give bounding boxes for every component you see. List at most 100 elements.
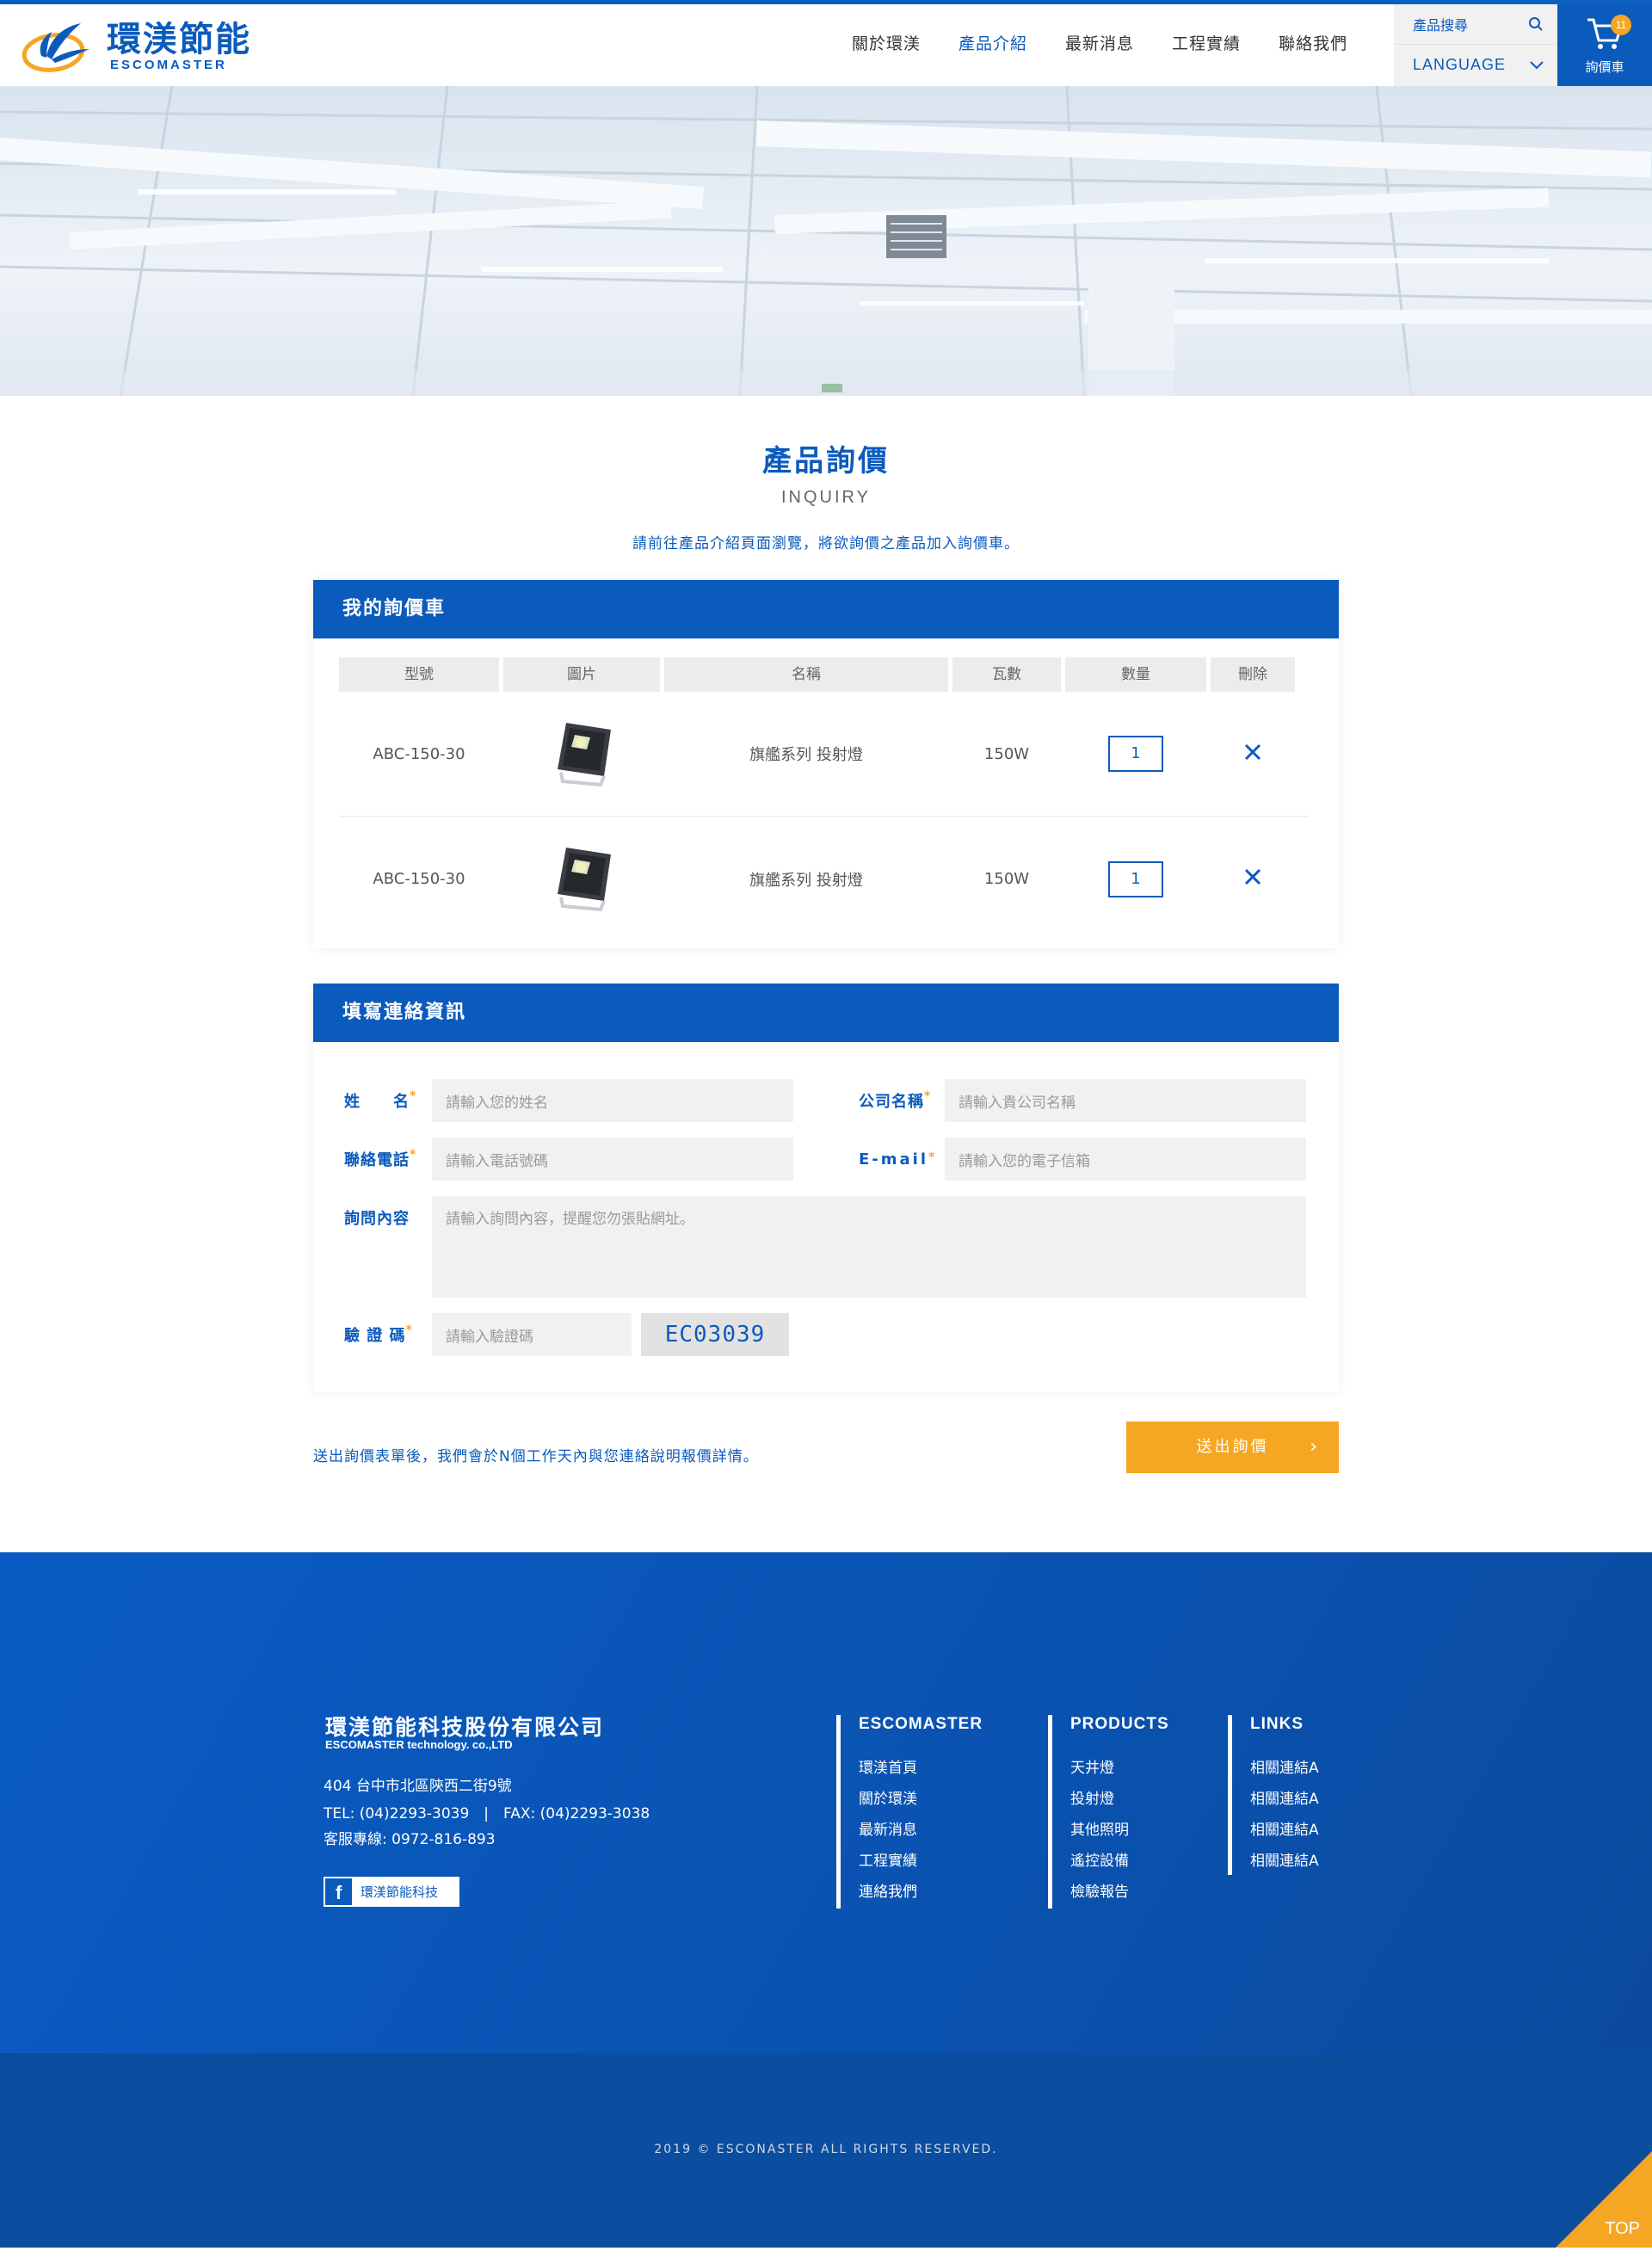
inquiry-cart-heading: 我的詢價車 xyxy=(313,580,1339,638)
footer-link-news[interactable]: 最新消息 xyxy=(859,1815,917,1846)
footer-col-title: LINKS xyxy=(1250,1715,1304,1733)
message-textarea[interactable]: 請輸入詢問內容，提醒您勿張貼網址。 xyxy=(432,1196,1306,1298)
footer-tel-fax: TEL: (04)2293-3039 | FAX: (04)2293-3038 xyxy=(324,1805,650,1822)
footer-hotline: 客服專線: 0972-816-893 xyxy=(324,1831,496,1848)
footer-company-name: 環渼節能科技股份有限公司 xyxy=(325,1715,605,1740)
page-intro: 請前往產品介紹頁面瀏覽，將欲詢價之產品加入詢價車。 xyxy=(632,535,1020,552)
footer-address: 404 台中市北區陝西二街9號 xyxy=(324,1778,512,1795)
footer-link-other-lighting[interactable]: 其他照明 xyxy=(1070,1815,1129,1846)
top-label: TOP xyxy=(1605,2219,1640,2238)
hero-banner-image xyxy=(0,86,1652,396)
captcha-image[interactable]: EC03039 xyxy=(641,1313,789,1356)
company-row: 公司名稱* 請輸入貴公司名稱 xyxy=(859,1079,1306,1122)
message-label: 詢問內容 xyxy=(344,1210,410,1228)
footer-col-title: PRODUCTS xyxy=(1070,1715,1169,1733)
contact-form-panel: 填寫連絡資訊 姓 名* 請輸入您的姓名 公司名稱* 請輸入貴公司名稱 聯絡電話*… xyxy=(313,984,1339,1392)
nav-item-news[interactable]: 最新消息 xyxy=(1065,27,1134,61)
table-row: ABC-150-30 旗艦系列 投射燈 150W 1 xyxy=(339,817,1308,941)
footer-col-title: ESCOMASTER xyxy=(859,1715,983,1733)
footer-col-divider xyxy=(836,1715,841,1909)
facebook-link[interactable]: f 環渼節能科技 xyxy=(324,1877,459,1907)
footer-link-contact[interactable]: 連絡我們 xyxy=(859,1877,917,1908)
message-row: 詢問內容 請輸入詢問內容，提醒您勿張貼網址。 xyxy=(344,1196,1306,1298)
product-search[interactable]: 產品搜尋 xyxy=(1394,4,1557,45)
footer-link-highbay[interactable]: 天井燈 xyxy=(1070,1753,1129,1784)
brand-name-cn: 環渼節能 xyxy=(107,20,251,59)
footer-link-reports[interactable]: 檢驗報告 xyxy=(1070,1877,1129,1908)
cart-count-badge: 11 xyxy=(1611,15,1631,35)
footer-col-divider xyxy=(1048,1715,1052,1909)
page-subtitle: INQUIRY xyxy=(781,488,871,507)
name-row: 姓 名* 請輸入您的姓名 xyxy=(344,1079,793,1122)
footer-link-remote[interactable]: 遙控設備 xyxy=(1070,1846,1129,1877)
ceiling-illustration xyxy=(0,86,1652,396)
quantity-input[interactable]: 1 xyxy=(1108,860,1163,897)
floodlight-image xyxy=(558,722,611,786)
row-model: ABC-150-30 xyxy=(373,870,465,888)
col-name: 名稱 xyxy=(664,657,948,692)
col-qty: 數量 xyxy=(1065,657,1206,692)
product-thumbnail[interactable] xyxy=(503,716,660,792)
inquiry-cart-table: 型號 圖片 名稱 瓦數 數量 刪除 ABC-150-30 旗艦系列 投射燈 15… xyxy=(339,657,1308,941)
brand-name-en: ESCOMASTER xyxy=(110,58,227,72)
footer-link-related[interactable]: 相關連結A xyxy=(1250,1846,1319,1877)
footer-link-floodlight[interactable]: 投射燈 xyxy=(1070,1784,1129,1815)
email-field[interactable]: 請輸入您的電子信箱 xyxy=(945,1138,1306,1181)
facebook-icon: f xyxy=(325,1878,352,1905)
row-watt: 150W xyxy=(983,870,1030,888)
search-icon[interactable] xyxy=(1528,16,1544,32)
footer-company-name-en: ESCOMASTER technology. co.,LTD xyxy=(325,1738,513,1751)
footer-link-related[interactable]: 相關連結A xyxy=(1250,1753,1319,1784)
table-row: ABC-150-30 旗艦系列 投射燈 150W 1 xyxy=(339,692,1308,817)
floodlight-image xyxy=(558,848,611,912)
phone-label: 聯絡電話* xyxy=(344,1148,417,1169)
page-title-block: 產品詢價 INQUIRY xyxy=(0,437,1652,508)
col-image: 圖片 xyxy=(503,657,660,692)
chevron-right-icon: › xyxy=(1310,1436,1320,1458)
language-select[interactable]: LANGUAGE xyxy=(1394,45,1557,85)
company-field[interactable]: 請輸入貴公司名稱 xyxy=(945,1079,1306,1122)
brand-logo[interactable]: 環渼節能 ESCOMASTER xyxy=(21,18,251,75)
nav-item-about[interactable]: 關於環渼 xyxy=(852,27,921,61)
logo-leaf-icon xyxy=(22,23,89,72)
nav-item-contact[interactable]: 聯絡我們 xyxy=(1279,27,1347,61)
row-watt: 150W xyxy=(983,744,1030,763)
cart-label: 詢價車 xyxy=(1585,59,1624,75)
main-nav: 關於環渼 產品介紹 最新消息 工程實績 聯絡我們 xyxy=(852,27,1385,61)
col-delete: 刪除 xyxy=(1211,657,1295,692)
header-tools: 產品搜尋 LANGUAGE xyxy=(1394,4,1557,86)
row-name: 旗艦系列 投射燈 xyxy=(749,871,863,890)
site-footer xyxy=(0,1552,1652,2053)
chevron-down-icon xyxy=(1530,60,1544,69)
footer-link-projects[interactable]: 工程實績 xyxy=(859,1846,917,1877)
nav-item-projects[interactable]: 工程實績 xyxy=(1172,27,1241,61)
phone-field[interactable]: 請輸入電話號碼 xyxy=(432,1138,793,1181)
email-row: E-mail* 請輸入您的電子信箱 xyxy=(859,1138,1306,1181)
quantity-input[interactable]: 1 xyxy=(1108,736,1163,772)
facebook-label: 環渼節能科技 xyxy=(361,1884,439,1900)
contact-form-heading: 填寫連絡資訊 xyxy=(313,984,1339,1042)
submit-inquiry-button[interactable]: 送出詢價 › xyxy=(1126,1422,1339,1473)
phone-row: 聯絡電話* 請輸入電話號碼 xyxy=(344,1138,793,1181)
close-icon[interactable] xyxy=(1243,743,1262,762)
back-to-top-button[interactable]: TOP xyxy=(1556,2151,1652,2248)
inquiry-cart-panel: 我的詢價車 型號 圖片 名稱 瓦數 數量 刪除 ABC-150-30 旗艦系列 … xyxy=(313,580,1339,948)
submit-label: 送出詢價 xyxy=(1196,1438,1269,1456)
footer-link-related[interactable]: 相關連結A xyxy=(1250,1815,1319,1846)
name-field[interactable]: 請輸入您的姓名 xyxy=(432,1079,793,1122)
product-thumbnail[interactable] xyxy=(503,841,660,917)
footer-link-home[interactable]: 環渼首頁 xyxy=(859,1753,917,1784)
inquiry-cart-button[interactable]: 11 詢價車 xyxy=(1557,4,1652,86)
captcha-input[interactable]: 請輸入驗證碼 xyxy=(432,1313,632,1356)
row-name: 旗艦系列 投射燈 xyxy=(749,746,863,764)
table-header: 型號 圖片 名稱 瓦數 數量 刪除 xyxy=(339,657,1308,692)
copyright-text: 2019 © ESCONASTER ALL RIGHTS RESERVED. xyxy=(654,2143,998,2156)
footer-link-about[interactable]: 關於環渼 xyxy=(859,1784,917,1815)
col-watt: 瓦數 xyxy=(952,657,1061,692)
name-label: 姓 名* xyxy=(344,1089,417,1111)
captcha-row: 驗 證 碼* 請輸入驗證碼 xyxy=(344,1313,632,1356)
nav-item-products[interactable]: 產品介紹 xyxy=(959,27,1027,61)
close-icon[interactable] xyxy=(1243,867,1262,886)
footer-link-related[interactable]: 相關連結A xyxy=(1250,1784,1319,1815)
email-label: E-mail* xyxy=(859,1150,938,1169)
